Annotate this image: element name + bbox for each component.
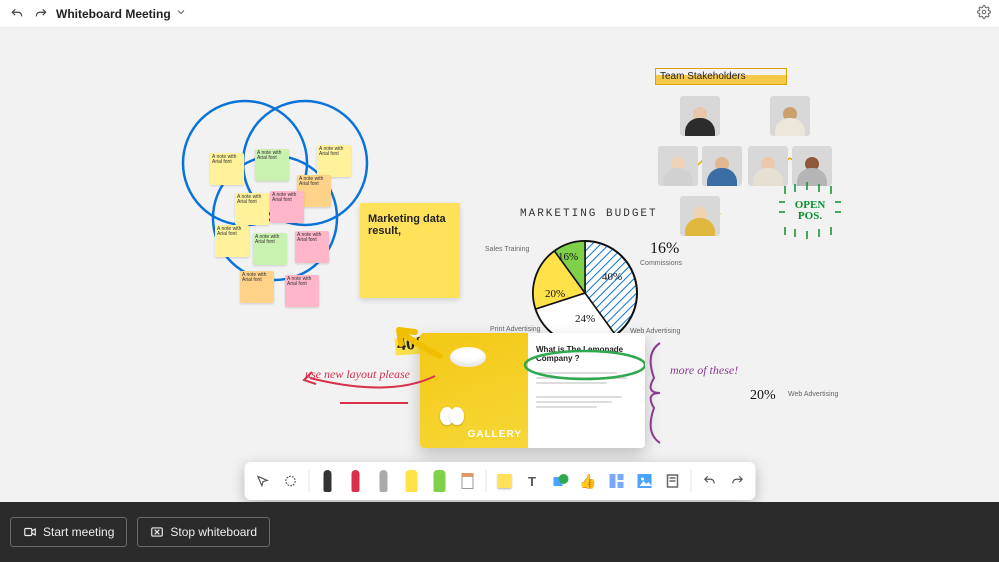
tool-select[interactable] bbox=[252, 468, 272, 494]
pie-ann-print: Print Advertising bbox=[490, 326, 541, 333]
tool-reaction[interactable]: 👍 bbox=[578, 468, 598, 494]
chevron-down-icon bbox=[175, 5, 187, 23]
tool-pen-black[interactable] bbox=[317, 468, 337, 494]
pie-slice-label-20: 20% bbox=[545, 288, 565, 300]
venn-sticky-6[interactable]: A note with Arial font bbox=[215, 225, 249, 257]
whiteboard-toolbar: T 👍 bbox=[244, 462, 755, 500]
pie-ann-comm: Commissions bbox=[640, 260, 682, 267]
stop-whiteboard-label: Stop whiteboard bbox=[170, 525, 257, 539]
venn-sticky-1[interactable]: A note with Arial font bbox=[255, 149, 289, 181]
stop-icon bbox=[150, 525, 164, 539]
portrait-4[interactable] bbox=[702, 146, 742, 186]
venn-sticky-10[interactable]: A note with Arial font bbox=[285, 275, 319, 307]
divider bbox=[690, 470, 691, 492]
tool-lasso[interactable] bbox=[280, 468, 300, 494]
tool-pen-gray[interactable] bbox=[373, 468, 393, 494]
portrait-1[interactable] bbox=[680, 96, 720, 136]
annotation-20pct: 20% bbox=[750, 388, 776, 404]
annotation-more-of-these: more of these! bbox=[670, 363, 738, 378]
redo-button[interactable] bbox=[32, 5, 50, 23]
venn-sticky-7[interactable]: A note with Arial font bbox=[253, 233, 287, 265]
tool-sticky-note[interactable] bbox=[494, 468, 514, 494]
tool-eraser[interactable] bbox=[457, 468, 477, 494]
pie-slice-label-24: 24% bbox=[575, 313, 595, 325]
toolbar-redo[interactable] bbox=[727, 468, 747, 494]
brace-icon bbox=[640, 338, 680, 448]
tool-shapes[interactable] bbox=[550, 468, 570, 494]
pie-slice-label-40: 40% bbox=[602, 271, 622, 283]
venn-diagram[interactable]: A note with Arial fontA note with Arial … bbox=[155, 83, 385, 283]
top-bar: Whiteboard Meeting bbox=[0, 0, 999, 28]
red-arrow-icon bbox=[300, 358, 440, 408]
venn-sticky-4[interactable]: A note with Arial font bbox=[235, 193, 269, 225]
video-icon bbox=[23, 525, 37, 539]
tool-pen-red[interactable] bbox=[345, 468, 365, 494]
open-position-note[interactable]: OPEN POS. bbox=[785, 188, 835, 233]
settings-button[interactable] bbox=[977, 5, 991, 24]
slide-gallery-text: GALLERY bbox=[468, 429, 522, 440]
board-title: Whiteboard Meeting bbox=[56, 7, 171, 21]
portrait-3[interactable] bbox=[658, 146, 698, 186]
slide-preview[interactable]: GALLERY What is The Lemonade Company ? bbox=[420, 333, 645, 448]
pie-slice-label-16: 16% bbox=[558, 251, 578, 263]
venn-sticky-2[interactable]: A note with Arial font bbox=[317, 145, 351, 177]
venn-sticky-8[interactable]: A note with Arial font bbox=[295, 231, 329, 263]
undo-button[interactable] bbox=[8, 5, 26, 23]
toolbar-undo[interactable] bbox=[699, 468, 719, 494]
divider bbox=[308, 470, 309, 492]
start-meeting-button[interactable]: Start meeting bbox=[10, 517, 127, 547]
pie-title: MARKETING BUDGET bbox=[520, 208, 658, 220]
board-title-dropdown[interactable]: Whiteboard Meeting bbox=[56, 5, 187, 23]
tool-document[interactable] bbox=[662, 468, 682, 494]
tool-highlighter-green[interactable] bbox=[429, 468, 449, 494]
tool-template[interactable] bbox=[606, 468, 626, 494]
start-meeting-label: Start meeting bbox=[43, 525, 114, 539]
portrait-2[interactable] bbox=[770, 96, 810, 136]
pie-ann-sales: Sales Training bbox=[485, 246, 529, 253]
venn-sticky-9[interactable]: A note with Arial font bbox=[240, 271, 274, 303]
sticky-note-marketing[interactable]: Marketing data result, bbox=[360, 203, 460, 298]
stop-whiteboard-button[interactable]: Stop whiteboard bbox=[137, 517, 270, 547]
yellow-arrow-icon bbox=[395, 326, 445, 361]
bottom-bar: Start meeting Stop whiteboard bbox=[0, 502, 999, 562]
tool-text[interactable]: T bbox=[522, 468, 542, 494]
venn-sticky-0[interactable]: A note with Arial font bbox=[210, 153, 244, 185]
whiteboard-canvas[interactable]: A note with Arial fontA note with Arial … bbox=[0, 28, 999, 502]
tool-image[interactable] bbox=[634, 468, 654, 494]
annotation-20pct-sub: Web Advertising bbox=[788, 391, 838, 398]
portrait-7[interactable] bbox=[680, 196, 720, 236]
tool-highlighter-yellow[interactable] bbox=[401, 468, 421, 494]
venn-sticky-5[interactable]: A note with Arial font bbox=[270, 191, 304, 223]
portrait-6[interactable] bbox=[792, 146, 832, 186]
portrait-5[interactable] bbox=[748, 146, 788, 186]
green-circle-annotation bbox=[520, 345, 645, 385]
divider bbox=[485, 470, 486, 492]
